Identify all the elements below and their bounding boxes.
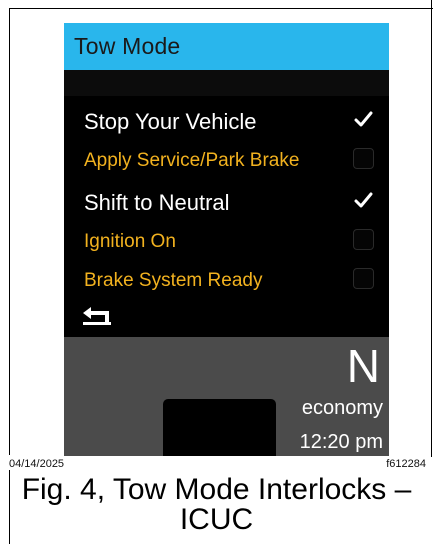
title-bar: Tow Mode (64, 23, 389, 70)
figure-code: f612284 (386, 458, 426, 470)
status-panel: N economy 12:20 pm (64, 337, 389, 456)
title-shadow (64, 70, 389, 96)
empty-checkbox-icon (353, 229, 374, 250)
date-stamp: 04/14/2025 (9, 458, 65, 470)
display-box (163, 399, 276, 456)
back-arrow-icon (83, 307, 111, 325)
clock: 12:20 pm (299, 431, 383, 453)
caption-line-1: Fig. 4, Tow Mode Interlocks – (21, 473, 412, 506)
icuc-screen: Tow Mode Stop Your Vehicle Apply Service… (64, 23, 389, 456)
empty-checkbox-icon (353, 148, 374, 169)
interlock-label: Ignition On (84, 231, 176, 252)
checkmark-icon (353, 109, 374, 130)
screen-title: Tow Mode (74, 33, 181, 59)
gear-indicator: N (346, 340, 380, 392)
empty-checkbox-icon (353, 268, 374, 289)
drive-mode: economy (301, 397, 383, 419)
figure-caption: Fig. 4, Tow Mode Interlocks – ICUC (0, 475, 433, 535)
interlock-item-brake-ready: Brake System Ready (84, 264, 379, 296)
caption-line-2: ICUC (179, 503, 254, 536)
frame-right-line (431, 0, 432, 457)
interlock-label: Brake System Ready (84, 270, 263, 291)
interlock-label: Apply Service/Park Brake (84, 150, 300, 171)
frame-left-line (9, 8, 10, 455)
interlock-item-ignition-on: Ignition On (84, 225, 379, 257)
interlock-label: Stop Your Vehicle (84, 109, 257, 134)
back-button[interactable] (81, 305, 115, 327)
frame-top-line (9, 8, 433, 9)
interlock-item-shift-neutral: Shift to Neutral (84, 186, 379, 218)
interlock-item-park-brake: Apply Service/Park Brake (84, 144, 379, 176)
checkmark-icon (353, 190, 374, 211)
interlock-label: Shift to Neutral (84, 190, 230, 215)
interlock-item-stop-vehicle: Stop Your Vehicle (84, 105, 379, 137)
